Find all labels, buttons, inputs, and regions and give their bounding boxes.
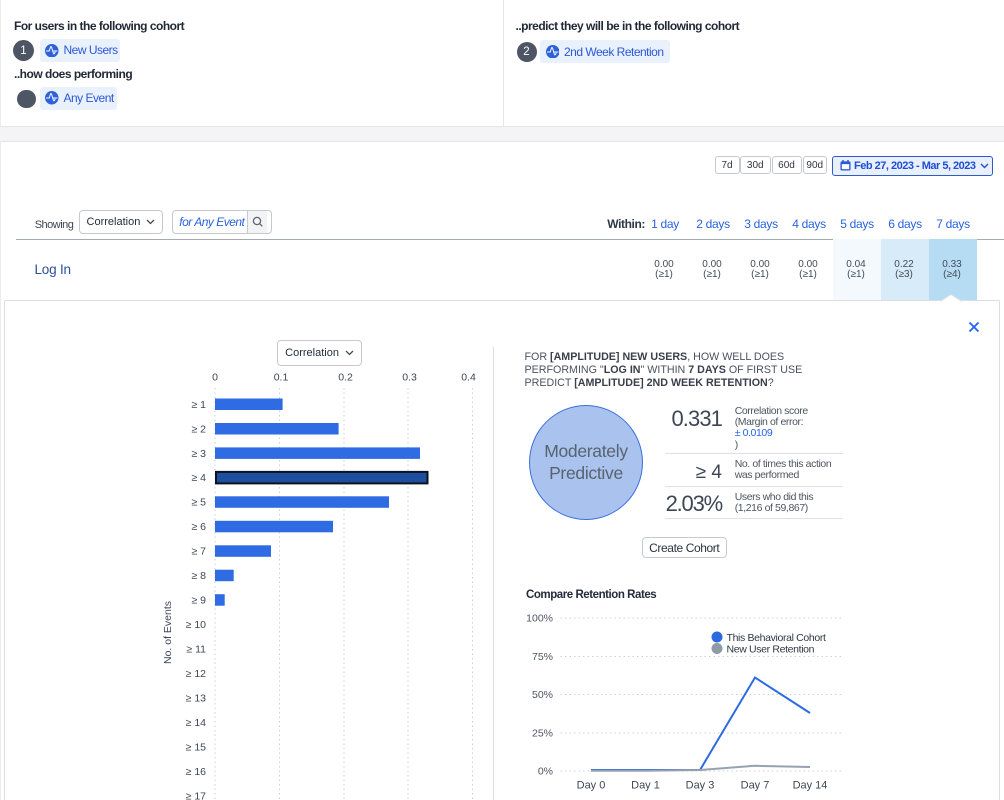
svg-text:Day 1: Day 1	[631, 780, 660, 792]
svg-text:0.2: 0.2	[338, 372, 353, 384]
svg-text:0.1: 0.1	[274, 372, 289, 384]
svg-text:≥ 16: ≥ 16	[186, 766, 207, 778]
svg-text:Day 0: Day 0	[577, 780, 606, 792]
svg-text:This Behavioral Cohort: This Behavioral Cohort	[727, 632, 827, 644]
svg-text:100%: 100%	[526, 613, 553, 625]
svg-text:25%: 25%	[532, 728, 553, 740]
svg-text:≥ 2: ≥ 2	[191, 423, 206, 435]
svg-text:≥ 15: ≥ 15	[186, 741, 207, 753]
svg-text:Day 3: Day 3	[686, 780, 715, 792]
svg-text:≥ 12: ≥ 12	[186, 668, 207, 680]
svg-text:50%: 50%	[532, 689, 553, 701]
svg-text:≥ 6: ≥ 6	[191, 521, 206, 533]
svg-text:75%: 75%	[532, 651, 553, 663]
svg-text:≥ 4: ≥ 4	[191, 472, 206, 484]
svg-text:≥ 10: ≥ 10	[186, 619, 207, 631]
svg-text:≥ 3: ≥ 3	[191, 448, 206, 460]
svg-text:≥ 9: ≥ 9	[191, 595, 206, 607]
svg-text:No. of Events: No. of Events	[162, 601, 174, 664]
svg-text:0: 0	[212, 372, 218, 384]
svg-text:0.4: 0.4	[461, 372, 476, 384]
svg-text:≥ 17: ≥ 17	[186, 790, 207, 800]
svg-text:New User Retention: New User Retention	[727, 643, 815, 655]
svg-text:≥ 1: ≥ 1	[191, 399, 206, 411]
svg-text:≥ 8: ≥ 8	[191, 570, 206, 582]
svg-text:0%: 0%	[538, 766, 553, 778]
svg-text:≥ 14: ≥ 14	[186, 717, 207, 729]
svg-text:≥ 5: ≥ 5	[191, 497, 206, 509]
svg-text:≥ 11: ≥ 11	[186, 644, 206, 656]
svg-text:≥ 7: ≥ 7	[191, 546, 206, 558]
svg-text:Day 7: Day 7	[741, 780, 770, 792]
svg-text:≥ 13: ≥ 13	[186, 692, 207, 704]
svg-text:Day 14: Day 14	[793, 780, 828, 792]
svg-text:0.3: 0.3	[402, 372, 417, 384]
